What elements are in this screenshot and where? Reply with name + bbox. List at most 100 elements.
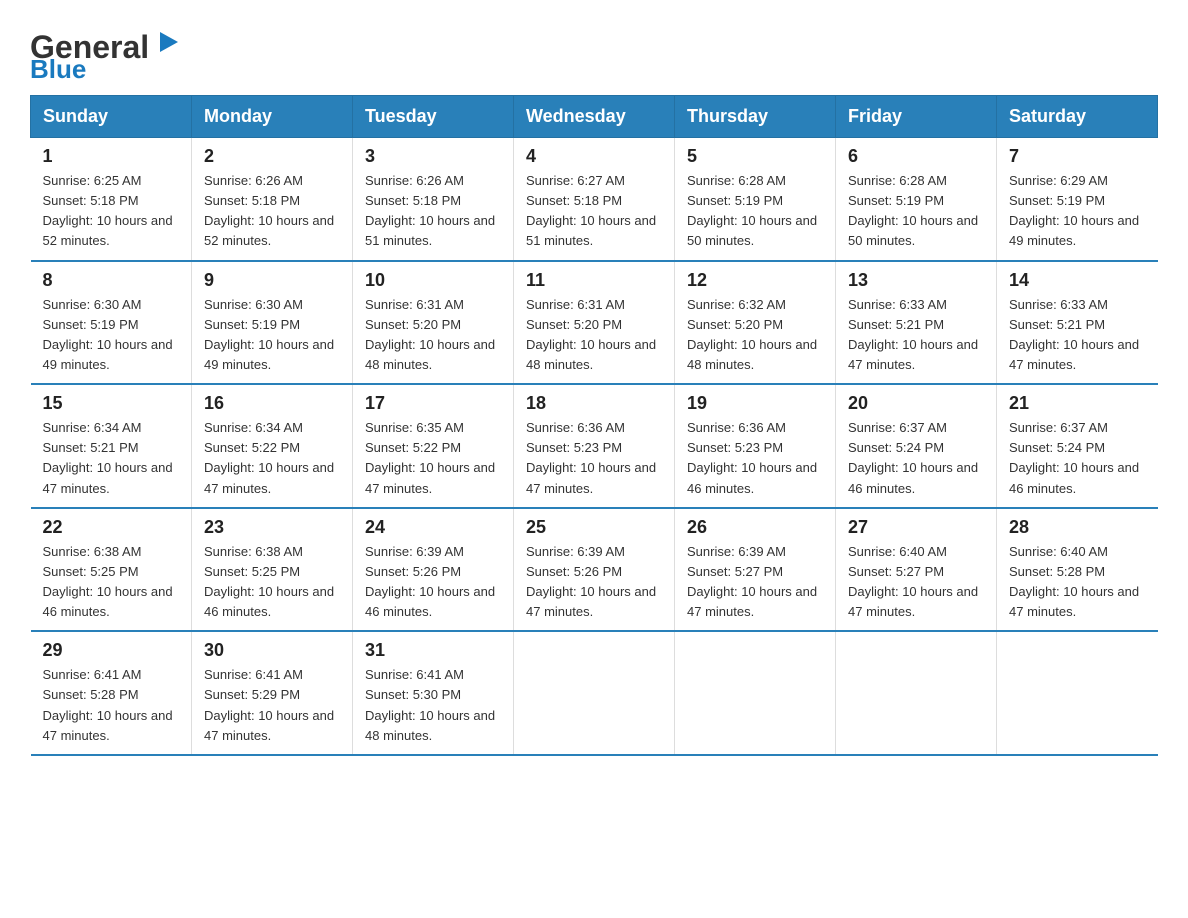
header-cell-saturday: Saturday (997, 96, 1158, 138)
day-number: 18 (526, 393, 662, 414)
day-info: Sunrise: 6:29 AM Sunset: 5:19 PM Dayligh… (1009, 171, 1146, 252)
day-number: 25 (526, 517, 662, 538)
day-number: 3 (365, 146, 501, 167)
calendar-week-3: 15 Sunrise: 6:34 AM Sunset: 5:21 PM Dayl… (31, 384, 1158, 508)
day-number: 9 (204, 270, 340, 291)
day-info: Sunrise: 6:33 AM Sunset: 5:21 PM Dayligh… (848, 295, 984, 376)
header-cell-friday: Friday (836, 96, 997, 138)
header-row: SundayMondayTuesdayWednesdayThursdayFrid… (31, 96, 1158, 138)
day-info: Sunrise: 6:31 AM Sunset: 5:20 PM Dayligh… (365, 295, 501, 376)
calendar-cell: 25 Sunrise: 6:39 AM Sunset: 5:26 PM Dayl… (514, 508, 675, 632)
calendar-header: SundayMondayTuesdayWednesdayThursdayFrid… (31, 96, 1158, 138)
calendar-cell: 23 Sunrise: 6:38 AM Sunset: 5:25 PM Dayl… (192, 508, 353, 632)
calendar-cell: 17 Sunrise: 6:35 AM Sunset: 5:22 PM Dayl… (353, 384, 514, 508)
calendar-cell: 10 Sunrise: 6:31 AM Sunset: 5:20 PM Dayl… (353, 261, 514, 385)
day-info: Sunrise: 6:27 AM Sunset: 5:18 PM Dayligh… (526, 171, 662, 252)
calendar-week-5: 29 Sunrise: 6:41 AM Sunset: 5:28 PM Dayl… (31, 631, 1158, 755)
calendar-cell: 13 Sunrise: 6:33 AM Sunset: 5:21 PM Dayl… (836, 261, 997, 385)
header-cell-monday: Monday (192, 96, 353, 138)
day-number: 15 (43, 393, 180, 414)
header-cell-sunday: Sunday (31, 96, 192, 138)
logo-text: General Blue (30, 20, 190, 85)
day-info: Sunrise: 6:34 AM Sunset: 5:21 PM Dayligh… (43, 418, 180, 499)
calendar-cell: 26 Sunrise: 6:39 AM Sunset: 5:27 PM Dayl… (675, 508, 836, 632)
day-number: 11 (526, 270, 662, 291)
header-cell-wednesday: Wednesday (514, 96, 675, 138)
day-number: 27 (848, 517, 984, 538)
calendar-cell: 21 Sunrise: 6:37 AM Sunset: 5:24 PM Dayl… (997, 384, 1158, 508)
calendar-cell: 9 Sunrise: 6:30 AM Sunset: 5:19 PM Dayli… (192, 261, 353, 385)
day-number: 23 (204, 517, 340, 538)
day-number: 20 (848, 393, 984, 414)
calendar-cell: 14 Sunrise: 6:33 AM Sunset: 5:21 PM Dayl… (997, 261, 1158, 385)
calendar-table: SundayMondayTuesdayWednesdayThursdayFrid… (30, 95, 1158, 756)
calendar-cell (514, 631, 675, 755)
calendar-cell: 18 Sunrise: 6:36 AM Sunset: 5:23 PM Dayl… (514, 384, 675, 508)
calendar-cell: 2 Sunrise: 6:26 AM Sunset: 5:18 PM Dayli… (192, 138, 353, 261)
calendar-cell: 29 Sunrise: 6:41 AM Sunset: 5:28 PM Dayl… (31, 631, 192, 755)
day-number: 28 (1009, 517, 1146, 538)
calendar-cell: 5 Sunrise: 6:28 AM Sunset: 5:19 PM Dayli… (675, 138, 836, 261)
day-number: 10 (365, 270, 501, 291)
calendar-cell: 16 Sunrise: 6:34 AM Sunset: 5:22 PM Dayl… (192, 384, 353, 508)
calendar-cell: 8 Sunrise: 6:30 AM Sunset: 5:19 PM Dayli… (31, 261, 192, 385)
calendar-cell (675, 631, 836, 755)
day-number: 22 (43, 517, 180, 538)
calendar-cell: 11 Sunrise: 6:31 AM Sunset: 5:20 PM Dayl… (514, 261, 675, 385)
day-info: Sunrise: 6:34 AM Sunset: 5:22 PM Dayligh… (204, 418, 340, 499)
calendar-week-4: 22 Sunrise: 6:38 AM Sunset: 5:25 PM Dayl… (31, 508, 1158, 632)
day-number: 14 (1009, 270, 1146, 291)
day-info: Sunrise: 6:38 AM Sunset: 5:25 PM Dayligh… (43, 542, 180, 623)
day-number: 17 (365, 393, 501, 414)
calendar-cell: 12 Sunrise: 6:32 AM Sunset: 5:20 PM Dayl… (675, 261, 836, 385)
day-info: Sunrise: 6:26 AM Sunset: 5:18 PM Dayligh… (204, 171, 340, 252)
day-number: 12 (687, 270, 823, 291)
day-info: Sunrise: 6:39 AM Sunset: 5:26 PM Dayligh… (365, 542, 501, 623)
day-number: 13 (848, 270, 984, 291)
day-number: 26 (687, 517, 823, 538)
day-info: Sunrise: 6:38 AM Sunset: 5:25 PM Dayligh… (204, 542, 340, 623)
day-number: 1 (43, 146, 180, 167)
header-cell-thursday: Thursday (675, 96, 836, 138)
calendar-cell: 30 Sunrise: 6:41 AM Sunset: 5:29 PM Dayl… (192, 631, 353, 755)
day-info: Sunrise: 6:28 AM Sunset: 5:19 PM Dayligh… (848, 171, 984, 252)
day-number: 4 (526, 146, 662, 167)
day-number: 6 (848, 146, 984, 167)
calendar-cell: 1 Sunrise: 6:25 AM Sunset: 5:18 PM Dayli… (31, 138, 192, 261)
day-info: Sunrise: 6:30 AM Sunset: 5:19 PM Dayligh… (204, 295, 340, 376)
day-number: 16 (204, 393, 340, 414)
calendar-cell (836, 631, 997, 755)
header-cell-tuesday: Tuesday (353, 96, 514, 138)
calendar-cell: 6 Sunrise: 6:28 AM Sunset: 5:19 PM Dayli… (836, 138, 997, 261)
day-info: Sunrise: 6:30 AM Sunset: 5:19 PM Dayligh… (43, 295, 180, 376)
day-info: Sunrise: 6:40 AM Sunset: 5:27 PM Dayligh… (848, 542, 984, 623)
day-info: Sunrise: 6:32 AM Sunset: 5:20 PM Dayligh… (687, 295, 823, 376)
calendar-cell: 15 Sunrise: 6:34 AM Sunset: 5:21 PM Dayl… (31, 384, 192, 508)
day-info: Sunrise: 6:26 AM Sunset: 5:18 PM Dayligh… (365, 171, 501, 252)
day-info: Sunrise: 6:41 AM Sunset: 5:28 PM Dayligh… (43, 665, 180, 746)
calendar-week-1: 1 Sunrise: 6:25 AM Sunset: 5:18 PM Dayli… (31, 138, 1158, 261)
day-number: 8 (43, 270, 180, 291)
day-info: Sunrise: 6:37 AM Sunset: 5:24 PM Dayligh… (1009, 418, 1146, 499)
day-info: Sunrise: 6:37 AM Sunset: 5:24 PM Dayligh… (848, 418, 984, 499)
svg-text:Blue: Blue (30, 54, 86, 80)
calendar-cell: 20 Sunrise: 6:37 AM Sunset: 5:24 PM Dayl… (836, 384, 997, 508)
page-header: General Blue (30, 20, 1158, 85)
day-number: 7 (1009, 146, 1146, 167)
day-number: 5 (687, 146, 823, 167)
calendar-cell: 31 Sunrise: 6:41 AM Sunset: 5:30 PM Dayl… (353, 631, 514, 755)
day-number: 30 (204, 640, 340, 661)
calendar-body: 1 Sunrise: 6:25 AM Sunset: 5:18 PM Dayli… (31, 138, 1158, 755)
calendar-cell: 22 Sunrise: 6:38 AM Sunset: 5:25 PM Dayl… (31, 508, 192, 632)
day-number: 21 (1009, 393, 1146, 414)
day-info: Sunrise: 6:25 AM Sunset: 5:18 PM Dayligh… (43, 171, 180, 252)
day-info: Sunrise: 6:39 AM Sunset: 5:27 PM Dayligh… (687, 542, 823, 623)
calendar-cell: 4 Sunrise: 6:27 AM Sunset: 5:18 PM Dayli… (514, 138, 675, 261)
day-number: 24 (365, 517, 501, 538)
day-info: Sunrise: 6:41 AM Sunset: 5:30 PM Dayligh… (365, 665, 501, 746)
day-info: Sunrise: 6:35 AM Sunset: 5:22 PM Dayligh… (365, 418, 501, 499)
day-info: Sunrise: 6:31 AM Sunset: 5:20 PM Dayligh… (526, 295, 662, 376)
calendar-week-2: 8 Sunrise: 6:30 AM Sunset: 5:19 PM Dayli… (31, 261, 1158, 385)
calendar-cell: 7 Sunrise: 6:29 AM Sunset: 5:19 PM Dayli… (997, 138, 1158, 261)
day-number: 31 (365, 640, 501, 661)
